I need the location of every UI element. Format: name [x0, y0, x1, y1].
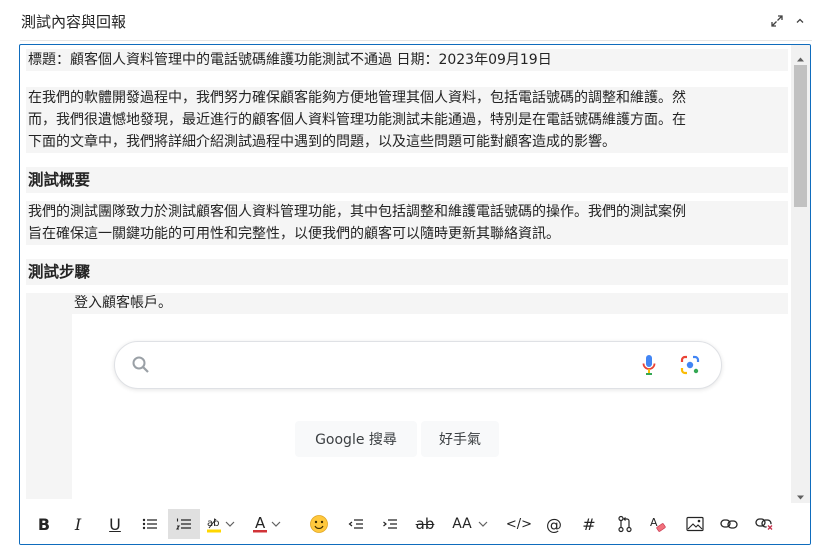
insert-link-icon[interactable] [716, 509, 742, 539]
code-button[interactable]: </> [504, 509, 534, 539]
pull-request-icon[interactable] [614, 509, 636, 539]
bullet-list-icon[interactable] [138, 509, 162, 539]
insert-image-icon[interactable] [682, 509, 708, 539]
editor-content[interactable]: 標題：顧客個人資料管理中的電話號碼維護功能測試不通過 日期：2023年09月19… [20, 45, 791, 503]
numbered-list-icon[interactable] [168, 509, 200, 539]
increase-indent-icon[interactable] [378, 509, 402, 539]
intro-line: 下面的文章中，我們將詳細介紹測試過程中遇到的問題，以及這些問題可能對顧客造成的影… [28, 134, 616, 150]
panel-title: 測試內容與回報 [21, 13, 127, 31]
vertical-scrollbar[interactable] [791, 45, 810, 503]
document-title-line: 標題：顧客個人資料管理中的電話號碼維護功能測試不通過 日期：2023年09月19… [26, 49, 788, 71]
underline-button[interactable]: U [104, 509, 126, 539]
step-list-item: 登入顧客帳戶。 Google 搜尋 好手氣 [26, 293, 788, 499]
font-color-button[interactable]: A [252, 509, 288, 539]
google-search-box [114, 341, 722, 389]
list-indent [26, 293, 72, 499]
rich-text-editor[interactable]: 標題：顧客個人資料管理中的電話號碼維護功能測試不通過 日期：2023年09月19… [19, 44, 811, 545]
overview-heading: 測試概要 [26, 167, 788, 193]
formatting-toolbar: B I U ab A ab AA </> @ # A [20, 503, 810, 544]
remove-link-icon[interactable] [752, 509, 778, 539]
overview-line: 我們的測試團隊致力於測試顧客個人資料管理功能，其中包括調整和維護電話號碼的操作。… [28, 204, 686, 220]
im-feeling-lucky-button: 好手氣 [421, 421, 499, 457]
emoji-icon[interactable] [306, 509, 332, 539]
microphone-icon [641, 353, 657, 381]
intro-line: 在我們的軟體開發過程中，我們努力確保顧客能夠方便地管理其個人資料，包括電話號碼的… [28, 90, 686, 106]
clear-formatting-icon[interactable]: A [646, 509, 670, 539]
font-color-letter: A [255, 514, 266, 532]
google-search-button: Google 搜尋 [295, 421, 417, 457]
strikethrough-button[interactable]: ab [412, 509, 438, 539]
overview-paragraph: 我們的測試團隊致力於測試顧客個人資料管理功能，其中包括調整和維護電話號碼的操作。… [26, 201, 788, 245]
decrease-indent-icon[interactable] [344, 509, 368, 539]
font-size-label: AA [452, 516, 472, 532]
intro-line: 而，我們很遺憾地發現，最近進行的顧客個人資料管理功能測試未能通過，特別是在電話號… [28, 112, 686, 128]
scrollbar-thumb[interactable] [794, 65, 807, 207]
step-1-text: 登入顧客帳戶。 [72, 293, 788, 314]
camera-lens-icon [679, 354, 701, 380]
chevron-up-icon[interactable] [791, 12, 809, 30]
italic-button[interactable]: I [68, 509, 88, 539]
intro-paragraph: 在我們的軟體開發過程中，我們努力確保顧客能夠方便地管理其個人資料，包括電話號碼的… [26, 87, 788, 153]
header-divider [20, 40, 812, 41]
search-icon [131, 355, 151, 379]
hashtag-button[interactable]: # [578, 509, 600, 539]
embedded-screenshot[interactable]: Google 搜尋 好手氣 [72, 314, 788, 499]
overview-line: 旨在確保這一關鍵功能的可用性和完整性，以便我們的顧客可以隨時更新其聯絡資訊。 [28, 226, 560, 242]
mention-button[interactable]: @ [542, 509, 566, 539]
panel-header: 測試內容與回報 [0, 0, 814, 42]
bold-button[interactable]: B [34, 509, 54, 539]
highlight-color-button[interactable]: ab [206, 509, 242, 539]
steps-heading: 測試步驟 [26, 259, 788, 285]
font-size-button[interactable]: AA [450, 509, 492, 539]
expand-diagonal-icon[interactable] [768, 12, 786, 30]
